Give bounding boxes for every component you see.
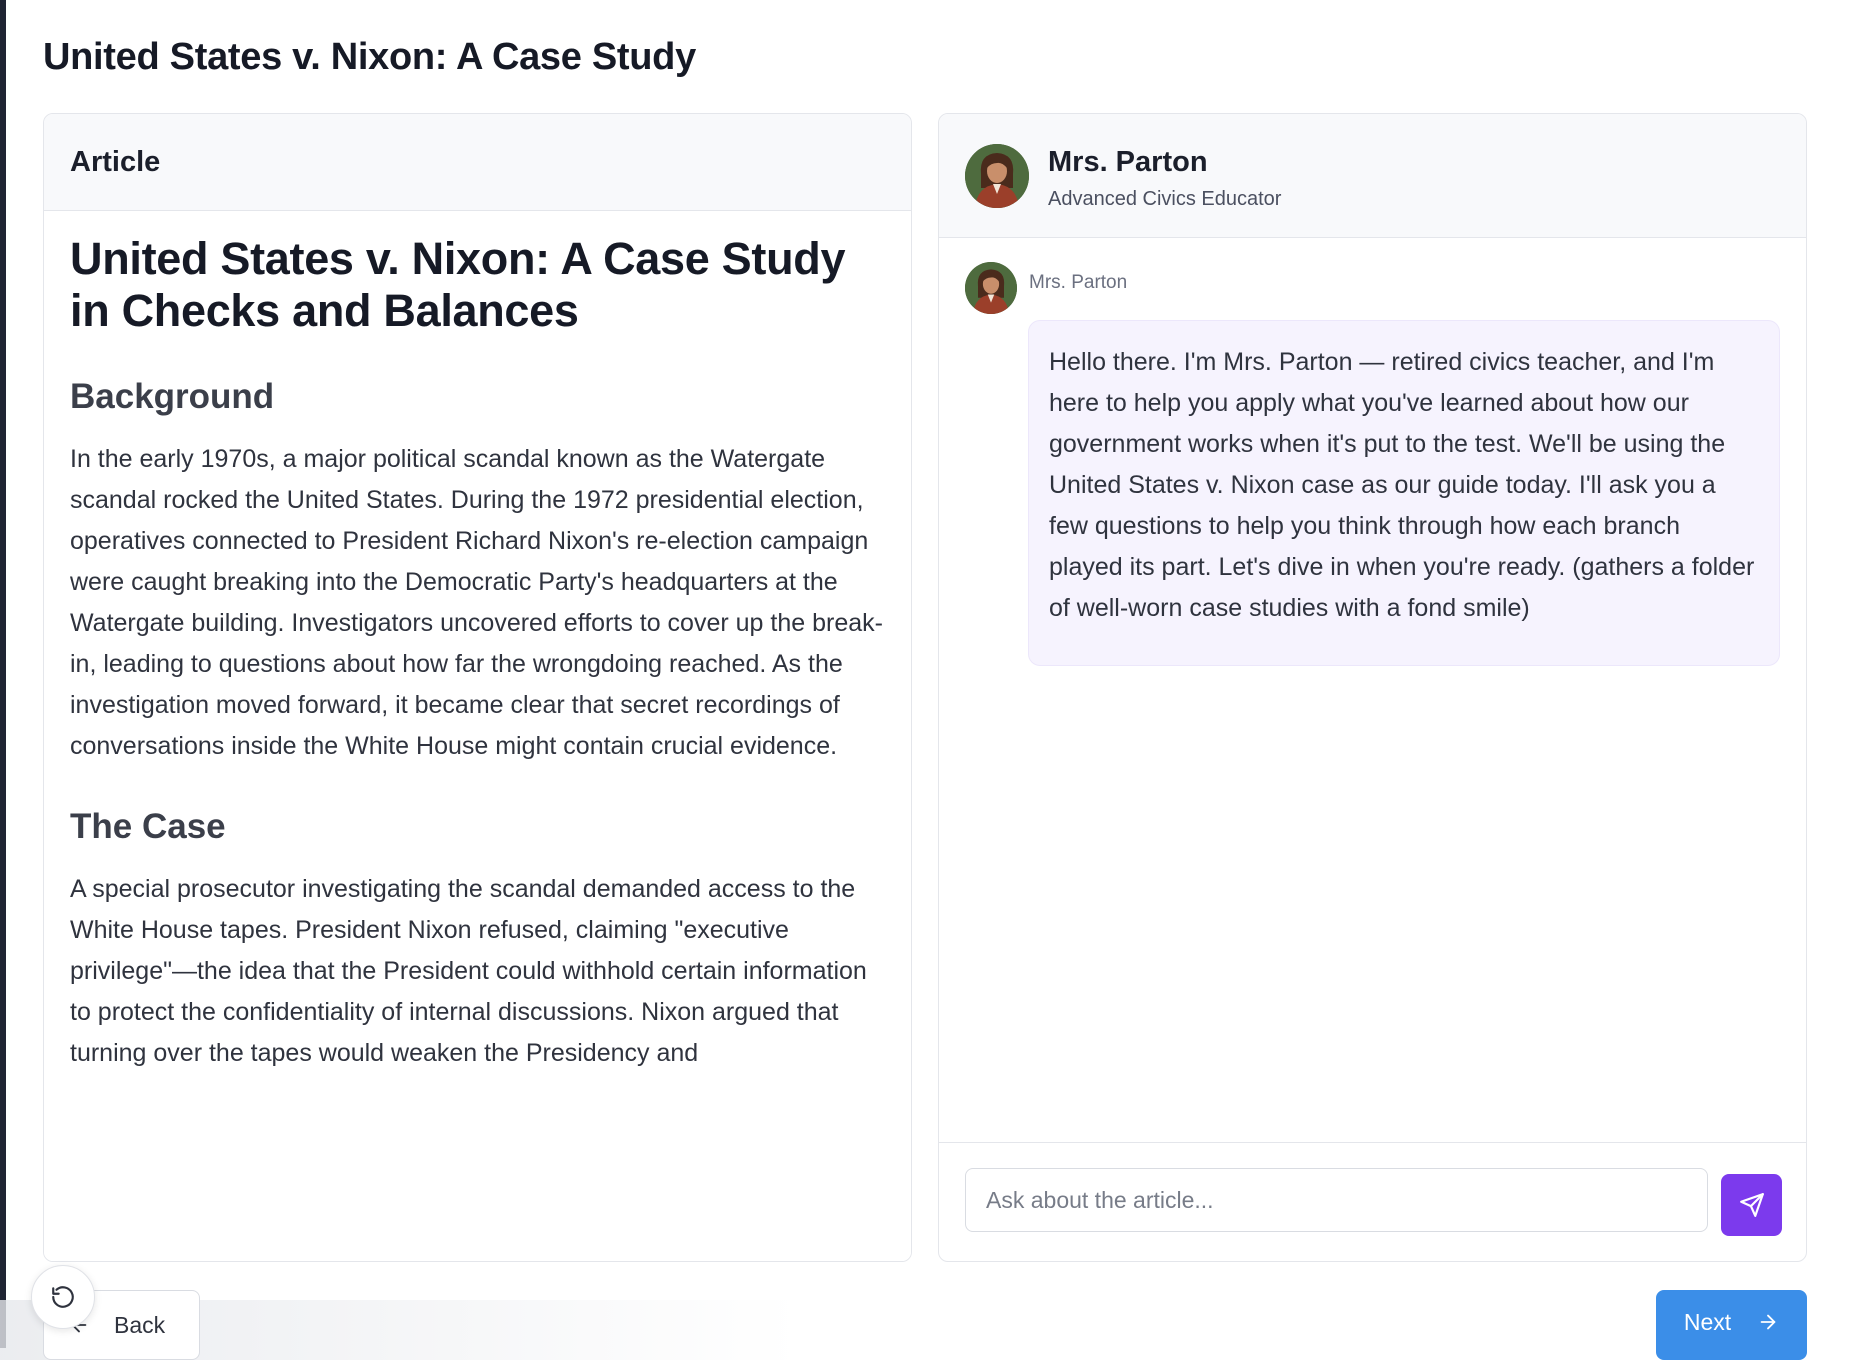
send-icon <box>1739 1193 1764 1217</box>
message-sender: Mrs. Parton <box>1029 272 1128 293</box>
tutor-portrait-icon <box>965 144 1029 208</box>
tutor-avatar <box>965 144 1029 208</box>
message-avatar <box>965 262 1017 314</box>
section-heading-background: Background <box>70 377 275 416</box>
section-text-the-case: A special prosecutor investigating the s… <box>70 875 867 1067</box>
back-button-label: Back <box>114 1311 166 1338</box>
article-content[interactable]: United States v. Nixon: A Case Study in … <box>44 211 911 1226</box>
reset-button[interactable] <box>31 1265 95 1329</box>
section-heading-the-case: The Case <box>70 807 226 846</box>
chat-composer <box>939 1142 1806 1261</box>
arrow-right-icon <box>1760 1314 1776 1330</box>
window-edge <box>0 0 6 1348</box>
tutor-name: Mrs. Parton <box>1048 146 1208 178</box>
page-title: United States v. Nixon: A Case Study <box>43 36 696 78</box>
article-panel: Article United States v. Nixon: A Case S… <box>43 113 912 1262</box>
tutor-role: Advanced Civics Educator <box>1048 188 1282 210</box>
tutor-message-bubble: Hello there. I'm Mrs. Parton — retired c… <box>1028 320 1780 666</box>
section-text-background: In the early 1970s, a major political sc… <box>70 445 883 760</box>
send-button[interactable] <box>1721 1174 1782 1236</box>
next-button[interactable]: Next <box>1656 1290 1807 1360</box>
article-panel-header: Article <box>44 114 911 211</box>
chat-panel: Mrs. Parton Advanced Civics Educator Mrs… <box>938 113 1807 1262</box>
tutor-portrait-icon <box>965 262 1017 314</box>
reset-icon <box>52 1286 74 1308</box>
article-panel-label: Article <box>70 145 161 178</box>
article-scroll-cutoff <box>44 1130 911 1261</box>
chat-header: Mrs. Parton Advanced Civics Educator <box>939 114 1806 238</box>
chat-input[interactable] <box>965 1168 1708 1232</box>
next-button-label: Next <box>1683 1308 1732 1335</box>
article-heading: United States v. Nixon: A Case Study in … <box>70 233 846 336</box>
